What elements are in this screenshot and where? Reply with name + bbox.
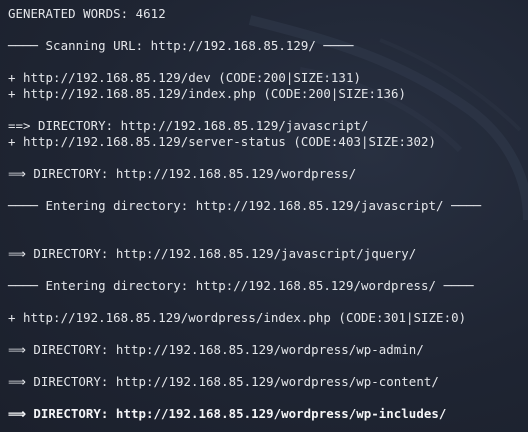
- result-line-dev: + http://192.168.85.129/dev (CODE:200|SI…: [8, 70, 361, 85]
- directory-line-jquery: ⟹ DIRECTORY: http://192.168.85.129/javas…: [8, 246, 417, 261]
- result-line-wp-index: + http://192.168.85.129/wordpress/index.…: [8, 310, 467, 325]
- directory-line-wp-includes: ⟹ DIRECTORY: http://192.168.85.129/wordp…: [8, 406, 447, 421]
- generated-words-line: GENERATED WORDS: 4612: [8, 6, 166, 21]
- directory-line-wordpress: ⟹ DIRECTORY: http://192.168.85.129/wordp…: [8, 166, 357, 181]
- result-line-index: + http://192.168.85.129/index.php (CODE:…: [8, 86, 407, 101]
- directory-line-wp-content: ⟹ DIRECTORY: http://192.168.85.129/wordp…: [8, 374, 439, 389]
- result-line-server-status: + http://192.168.85.129/server-status (C…: [8, 134, 437, 149]
- directory-line-wp-admin: ⟹ DIRECTORY: http://192.168.85.129/wordp…: [8, 342, 424, 357]
- entering-directory-wordpress: ──── Entering directory: http://192.168.…: [8, 278, 474, 293]
- terminal-window[interactable]: GENERATED WORDS: 4612 ──── Scanning URL:…: [0, 0, 528, 432]
- dragon-watermark-icon: [248, 15, 528, 221]
- entering-directory-javascript: ──── Entering directory: http://192.168.…: [8, 198, 482, 213]
- directory-line-javascript: ==> DIRECTORY: http://192.168.85.129/jav…: [8, 118, 369, 133]
- scanning-url-line: ──── Scanning URL: http://192.168.85.129…: [8, 38, 354, 53]
